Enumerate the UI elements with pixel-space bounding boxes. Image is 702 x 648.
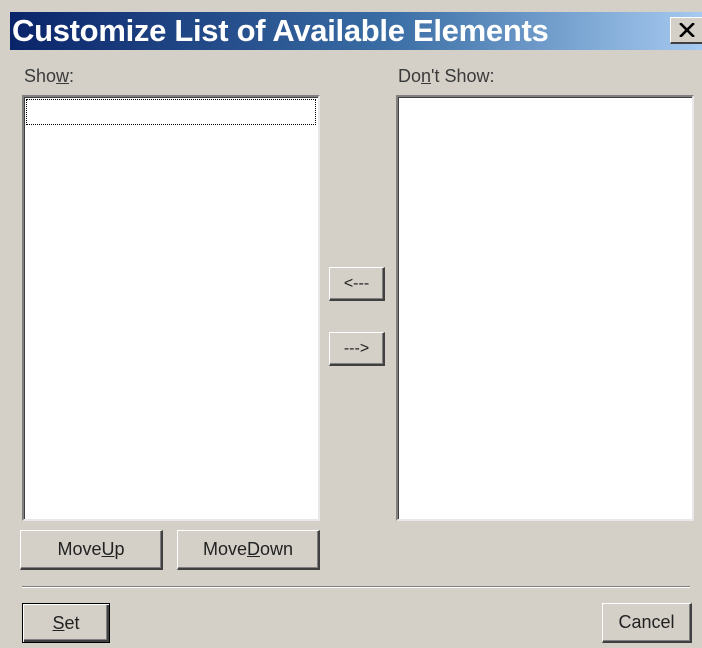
move-down-button[interactable]: Move Down [177, 530, 320, 570]
dont-show-list-label: Don't Show: [398, 66, 495, 86]
title-bar[interactable]: Customize List of Available Elements [10, 12, 702, 50]
show-label-mnemonic: w [56, 66, 70, 86]
show-label-before: Sho [24, 66, 57, 86]
move-down-label-before: Move [202, 539, 247, 559]
set-label-after: et [64, 612, 80, 633]
set-button[interactable]: Set [22, 603, 110, 643]
move-up-label-before: Move [57, 539, 102, 559]
move-down-label-after: own [259, 539, 294, 559]
show-list-label: Show: [24, 66, 74, 86]
dialog-title: Customize List of Available Elements [12, 13, 549, 48]
footer-separator [22, 586, 690, 588]
cancel-button[interactable]: Cancel [602, 603, 692, 643]
move-up-label-after: p [114, 539, 125, 559]
dont-show-label-mnemonic: n [421, 66, 432, 86]
dont-show-listbox[interactable] [396, 95, 694, 521]
customize-elements-dialog: Customize List of Available Elements Sho… [0, 0, 702, 648]
move-down-label-mnemonic: D [246, 539, 260, 559]
move-to-show-button[interactable]: <--- [329, 267, 385, 301]
close-icon [678, 23, 695, 37]
show-listbox[interactable] [22, 95, 320, 521]
move-up-button[interactable]: Move Up [20, 530, 163, 570]
close-button[interactable] [670, 17, 702, 44]
dont-show-label-after: 't Show: [431, 66, 495, 86]
show-label-after: : [69, 66, 75, 86]
focus-rectangle [26, 99, 316, 125]
move-up-label-mnemonic: U [101, 539, 115, 559]
move-to-dont-show-button[interactable]: ---> [329, 332, 385, 366]
set-label-mnemonic: S [52, 612, 65, 633]
dont-show-label-before: Do [398, 66, 422, 86]
